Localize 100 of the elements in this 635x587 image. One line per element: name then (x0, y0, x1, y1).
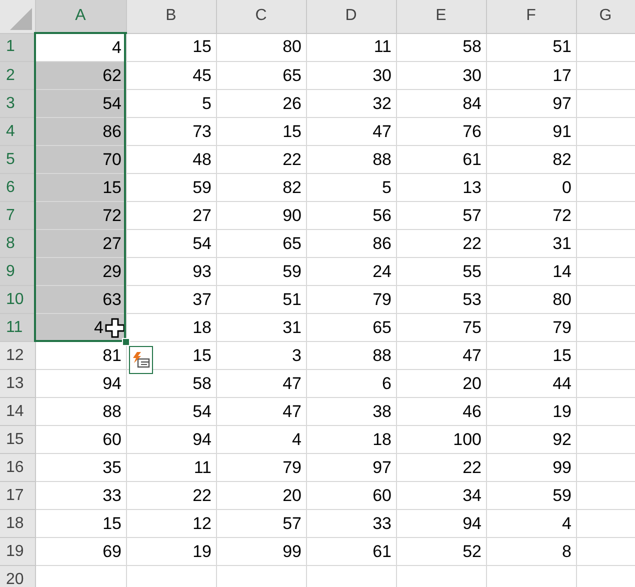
cell-value: 45 (192, 66, 212, 84)
row-header[interactable]: 11 (0, 314, 35, 342)
column-header[interactable]: C (216, 0, 306, 33)
cell-value: 75 (462, 318, 482, 336)
cell-value: 15 (102, 178, 122, 196)
cell-value: 88 (372, 346, 392, 364)
cell-value: 0 (562, 178, 572, 196)
cell-value: 38 (372, 402, 392, 420)
cell-value: 18 (372, 430, 392, 448)
row-header[interactable]: 15 (0, 426, 35, 454)
row-header[interactable]: 2 (0, 62, 35, 90)
cell-value: 46 (462, 402, 482, 420)
cell-value: 62 (102, 66, 122, 84)
cell-value: 82 (282, 178, 302, 196)
cell-value: 80 (552, 290, 572, 308)
cell-value: 17 (552, 66, 572, 84)
cell-value: 92 (552, 430, 572, 448)
cell-value: 8 (562, 542, 572, 560)
cell-value: 69 (102, 542, 122, 560)
row-header[interactable]: 6 (0, 174, 35, 202)
cell-value: 33 (102, 486, 122, 504)
row-header[interactable]: 10 (0, 286, 35, 314)
cell-value: 58 (192, 374, 212, 392)
cell-value: 94 (192, 430, 212, 448)
cell-value: 32 (372, 94, 392, 112)
cell-value: 4 (292, 430, 302, 448)
cell-value: 72 (102, 206, 122, 224)
cell-value: 22 (462, 234, 482, 252)
row-header[interactable]: 14 (0, 398, 35, 426)
cell-value: 27 (192, 206, 212, 224)
cell-value: 97 (552, 94, 572, 112)
cell-value: 35 (102, 458, 122, 476)
column-header[interactable]: F (486, 0, 576, 33)
cell-value: 12 (192, 514, 212, 532)
column-header[interactable]: D (306, 0, 396, 33)
row-header[interactable]: 19 (0, 538, 35, 566)
cell-value: 31 (552, 234, 572, 252)
cell-value: 70 (102, 150, 122, 168)
row-header[interactable]: 4 (0, 118, 35, 146)
row-header[interactable]: 1 (0, 33, 35, 62)
cell-value: 30 (372, 66, 392, 84)
cell-value: 22 (462, 458, 482, 476)
cell-value: 81 (102, 346, 122, 364)
column-header[interactable]: A (35, 0, 126, 33)
row-header[interactable]: 20 (0, 566, 35, 587)
cell-value: 93 (192, 262, 212, 280)
cell-value: 86 (102, 122, 122, 140)
cell-value: 59 (282, 262, 302, 280)
cell-value: 59 (552, 486, 572, 504)
cell-value: 24 (372, 262, 392, 280)
cell-value: 88 (372, 150, 392, 168)
cell-value: 100 (453, 430, 482, 448)
row-header[interactable]: 16 (0, 454, 35, 482)
row-header[interactable]: 12 (0, 342, 35, 370)
cell-value: 11 (194, 458, 212, 476)
cell-value: 4 (94, 318, 104, 336)
cell-value: 55 (462, 262, 482, 280)
column-header[interactable]: E (396, 0, 486, 33)
cell-value: 51 (282, 290, 302, 308)
cell-value: 15 (102, 514, 122, 532)
cell-value: 5 (202, 94, 212, 112)
cell-value: 65 (282, 66, 302, 84)
column-header[interactable]: G (576, 0, 635, 33)
cell-value: 34 (462, 486, 482, 504)
cell-value: 58 (462, 37, 482, 56)
row-header[interactable]: 9 (0, 258, 35, 286)
cell-value: 57 (462, 206, 482, 224)
cell-value: 51 (552, 37, 572, 56)
row-header[interactable]: 7 (0, 202, 35, 230)
row-header[interactable]: 3 (0, 90, 35, 118)
cell-value: 14 (552, 262, 572, 280)
cell-value: 94 (102, 374, 122, 392)
cell-value: 80 (282, 37, 302, 56)
cell-value: 37 (192, 290, 212, 308)
column-header[interactable]: B (126, 0, 216, 33)
quick-analysis-button[interactable] (129, 346, 153, 374)
cell-value: 76 (462, 122, 482, 140)
cell-value: 61 (372, 542, 392, 560)
cell-value: 31 (282, 318, 302, 336)
cell-value: 30 (462, 66, 482, 84)
cell-value: 27 (102, 234, 122, 252)
fill-handle[interactable] (122, 338, 130, 346)
cell-value: 15 (282, 122, 302, 140)
cell-value: 15 (192, 346, 212, 364)
cell-value: 56 (372, 206, 392, 224)
row-header[interactable]: 8 (0, 230, 35, 258)
cell-value: 91 (552, 122, 572, 140)
row-header[interactable]: 18 (0, 510, 35, 538)
cell-value: 4 (562, 514, 572, 532)
row-header[interactable]: 5 (0, 146, 35, 174)
row-header[interactable]: 17 (0, 482, 35, 510)
cell-value: 15 (192, 37, 212, 56)
row-header[interactable]: 13 (0, 370, 35, 398)
cell-value: 52 (462, 542, 482, 560)
cell-value: 47 (282, 374, 302, 392)
cell-value: 86 (372, 234, 392, 252)
cell-value: 90 (282, 206, 302, 224)
cell-value: 79 (282, 458, 302, 476)
cell-value: 79 (372, 290, 392, 308)
cell-value: 15 (552, 346, 572, 364)
